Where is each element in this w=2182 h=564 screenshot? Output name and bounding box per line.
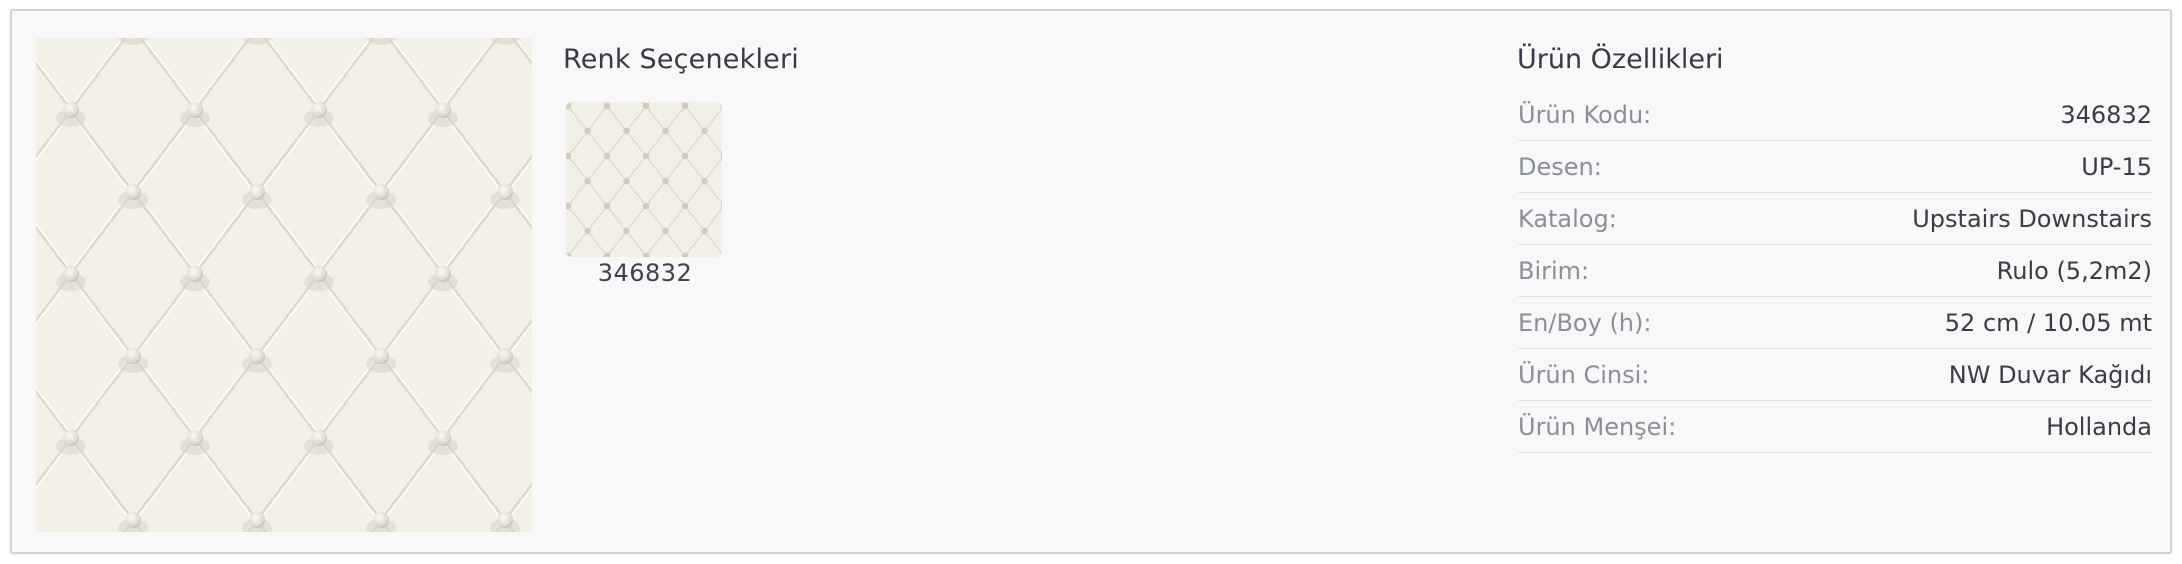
spec-value: Rulo (5,2m2) [1996, 256, 2152, 285]
spec-row-pattern: Desen: UP-15 [1518, 141, 2152, 193]
spec-label: Ürün Menşei: [1518, 412, 1677, 441]
spec-row-unit: Birim: Rulo (5,2m2) [1518, 245, 2152, 297]
color-swatch-thumbnail[interactable] [566, 102, 722, 257]
spec-value: UP-15 [2081, 152, 2152, 181]
spec-row-product-code: Ürün Kodu: 346832 [1518, 89, 2152, 141]
spec-row-origin: Ürün Menşei: Hollanda [1518, 401, 2152, 453]
spec-value: 52 cm / 10.05 mt [1944, 308, 2152, 337]
spec-label: Katalog: [1518, 204, 1617, 233]
spec-label: Ürün Cinsi: [1518, 360, 1650, 389]
color-options-title: Renk Seçenekleri [563, 44, 799, 75]
color-option-code[interactable]: 346832 [566, 259, 724, 287]
product-specs-title: Ürün Özellikleri [1517, 44, 1724, 75]
spec-value: 346832 [2060, 100, 2152, 129]
spec-value: Hollanda [2046, 412, 2152, 441]
spec-row-product-type: Ürün Cinsi: NW Duvar Kağıdı [1518, 349, 2152, 401]
color-option[interactable]: 346832 [566, 102, 724, 287]
tufted-pattern-graphic [36, 38, 532, 532]
spec-label: Ürün Kodu: [1518, 100, 1652, 129]
spec-value: Upstairs Downstairs [1912, 204, 2152, 233]
tufted-wallpaper-swatch-icon [566, 102, 722, 257]
product-main-image[interactable] [36, 38, 532, 532]
product-specs-table: Ürün Kodu: 346832 Desen: UP-15 Katalog: … [1518, 89, 2152, 453]
spec-row-catalog: Katalog: Upstairs Downstairs [1518, 193, 2152, 245]
spec-row-dimensions: En/Boy (h): 52 cm / 10.05 mt [1518, 297, 2152, 349]
product-details-card: Renk Seçenekleri 346832 Ürün Özellikleri… [10, 9, 2172, 554]
spec-value: NW Duvar Kağıdı [1948, 360, 2152, 389]
spec-label: Desen: [1518, 152, 1602, 181]
spec-label: Birim: [1518, 256, 1590, 285]
spec-label: En/Boy (h): [1518, 308, 1652, 337]
